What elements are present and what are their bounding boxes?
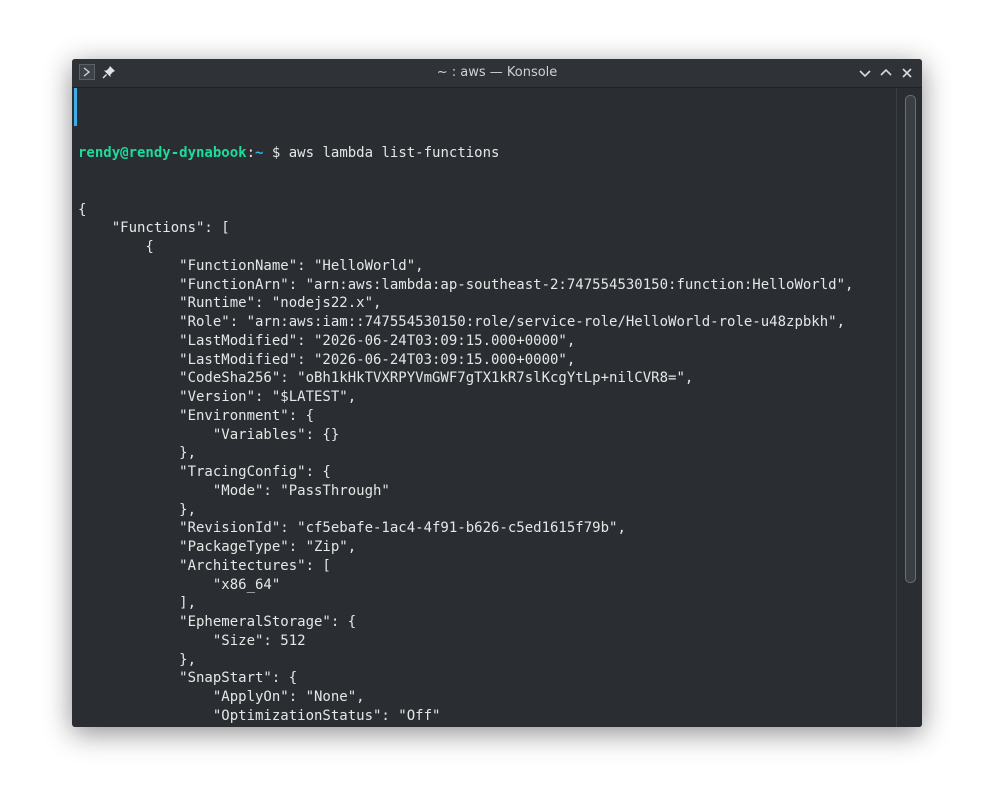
prompt-symbol: $ (263, 145, 289, 162)
output-line: "FunctionName": "HelloWorld", (78, 257, 424, 274)
scrollbar-thumb[interactable] (905, 95, 916, 583)
output-line: "Runtime": "nodejs22.x", (78, 295, 382, 312)
output-line: }, (78, 445, 197, 462)
output-line: "Size": 512 (78, 632, 306, 649)
terminal-output[interactable]: rendy@rendy-dynabook:~ $ aws lambda list… (72, 88, 896, 727)
output-line: }, (72, 726, 896, 728)
output-line: }, (78, 651, 197, 668)
output-line: "Role": "arn:aws:iam::747554530150:role/… (78, 314, 846, 330)
current-line-marker (74, 88, 77, 126)
output-line: "LastModified": "2026-06-24T03:09:15.000… (78, 351, 576, 368)
minimize-button[interactable] (857, 65, 873, 81)
output-line: "Functions": [ (78, 220, 230, 237)
chevron-down-icon (859, 70, 871, 78)
chevron-up-icon (880, 68, 892, 76)
command-output: { "Functions": [ { "FunctionName": "Hell… (72, 201, 896, 728)
output-line: "Mode": "PassThrough" (78, 482, 390, 499)
output-line: "Environment": { (78, 407, 315, 424)
output-line: "Architectures": [ (78, 557, 331, 574)
output-line: "EphemeralStorage": { (78, 614, 357, 630)
prompt-separator: : (246, 145, 256, 162)
konsole-window: ~ : aws — Konsole rendy@rendy-dynabook:~… (72, 59, 922, 727)
output-line: "CodeSha256": "oBh1kHkTVXRPYVmGWF7gTX1kR… (78, 370, 694, 387)
output-line: "LastModified": "2026-06-24T03:09:15.000… (78, 332, 576, 349)
output-line: "RevisionId": "cf5ebafe-1ac4-4f91-b626-c… (78, 520, 626, 537)
vertical-scrollbar[interactable] (896, 88, 922, 727)
output-line: { (78, 201, 87, 218)
command-text: aws lambda list-functions (288, 145, 500, 162)
output-line: "x86_64" (78, 576, 281, 593)
close-button[interactable] (899, 65, 915, 81)
output-line: "ApplyOn": "None", (78, 689, 365, 705)
output-line: "Version": "$LATEST", (78, 389, 357, 405)
prompt-line: rendy@rendy-dynabook:~ $ aws lambda list… (72, 144, 896, 163)
output-line: "Variables": {} (78, 426, 340, 443)
output-line: "TracingConfig": { (78, 464, 331, 480)
output-line: ], (78, 595, 197, 612)
output-line: "FunctionArn": "arn:aws:lambda:ap-southe… (78, 276, 854, 293)
output-line: "OptimizationStatus": "Off" (78, 707, 441, 724)
close-icon (902, 68, 912, 78)
maximize-button[interactable] (878, 65, 894, 81)
window-title: ~ : aws — Konsole (436, 65, 558, 80)
title-bar[interactable]: ~ : aws — Konsole (72, 59, 922, 88)
output-line: "SnapStart": { (78, 670, 298, 687)
output-line: { (78, 239, 154, 255)
prompt-user: rendy@rendy-dynabook (78, 145, 247, 162)
output-line: }, (78, 501, 197, 518)
output-line: "PackageType": "Zip", (78, 539, 357, 555)
